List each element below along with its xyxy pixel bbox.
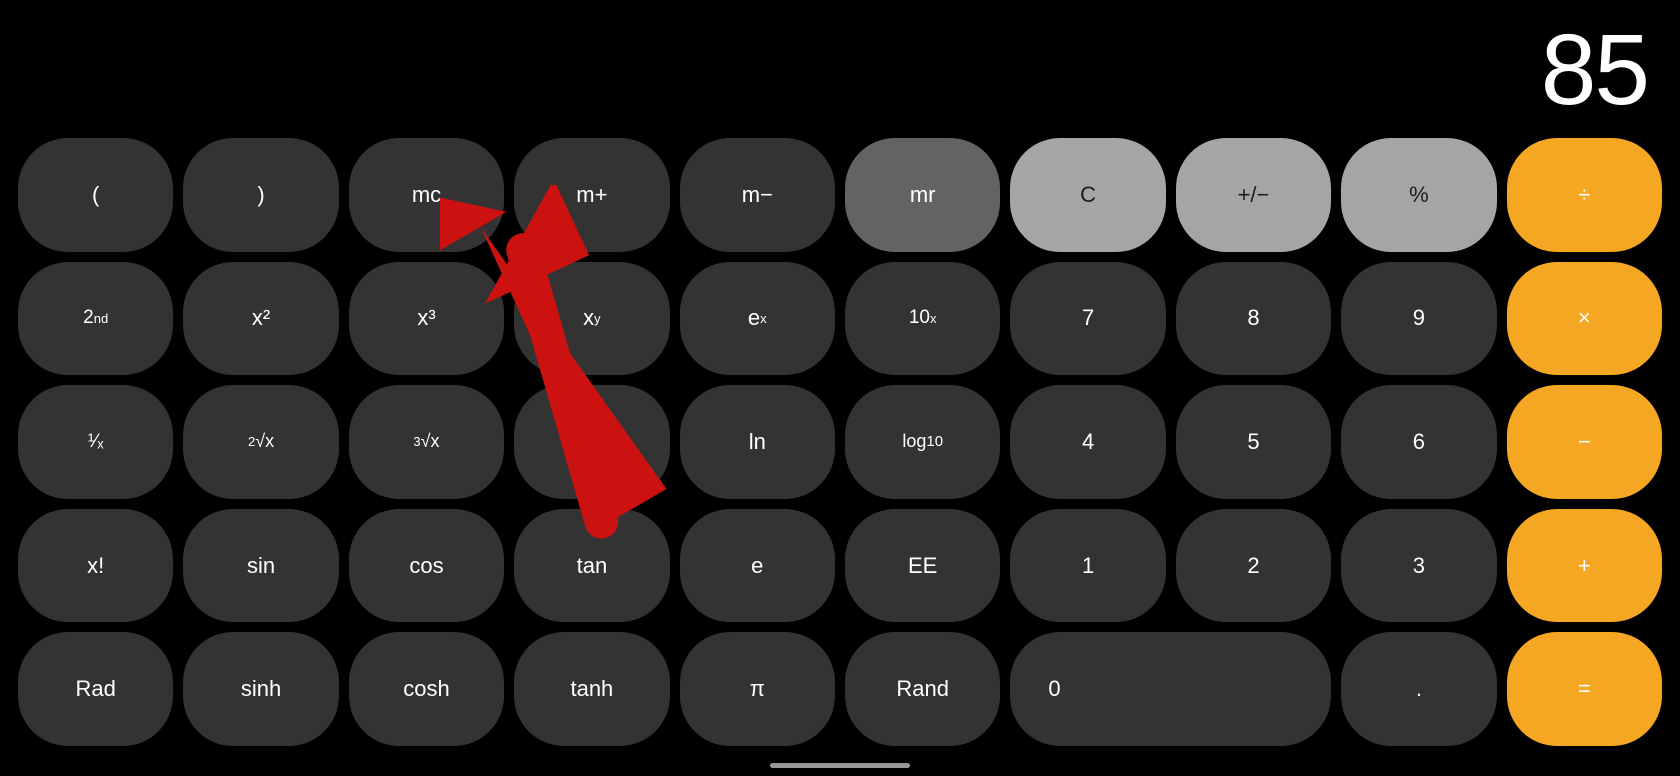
- sqrt2-button[interactable]: 2√x: [183, 385, 338, 499]
- decimal-button[interactable]: .: [1341, 632, 1496, 746]
- tanh-button[interactable]: tanh: [514, 632, 669, 746]
- display-value: 85: [1541, 20, 1648, 120]
- nine-button[interactable]: 9: [1341, 262, 1496, 376]
- minus-button[interactable]: −: [1507, 385, 1662, 499]
- sqrt3-button[interactable]: 3√x: [349, 385, 504, 499]
- x-cubed-button[interactable]: x³: [349, 262, 504, 376]
- keypad: ( ) mc m+ m− mr C +/− % ÷ 2nd x² x³ xy e…: [18, 138, 1662, 746]
- cosh-button[interactable]: cosh: [349, 632, 504, 746]
- m-plus-button[interactable]: m+: [514, 138, 669, 252]
- m-minus-button[interactable]: m−: [680, 138, 835, 252]
- 10-to-x-button[interactable]: 10x: [845, 262, 1000, 376]
- three-button[interactable]: 3: [1341, 509, 1496, 623]
- open-paren-button[interactable]: (: [18, 138, 173, 252]
- mc-button[interactable]: mc: [349, 138, 504, 252]
- log10-button[interactable]: log10: [845, 385, 1000, 499]
- close-paren-button[interactable]: ): [183, 138, 338, 252]
- x-to-y-button[interactable]: xy: [514, 262, 669, 376]
- tan-button[interactable]: tan: [514, 509, 669, 623]
- one-button[interactable]: 1: [1010, 509, 1165, 623]
- eight-button[interactable]: 8: [1176, 262, 1331, 376]
- 2nd-button[interactable]: 2nd: [18, 262, 173, 376]
- sin-button[interactable]: sin: [183, 509, 338, 623]
- e-to-x-button[interactable]: ex: [680, 262, 835, 376]
- ee-button[interactable]: EE: [845, 509, 1000, 623]
- display: 85: [0, 0, 1680, 130]
- four-button[interactable]: 4: [1010, 385, 1165, 499]
- sinh-button[interactable]: sinh: [183, 632, 338, 746]
- plus-minus-button[interactable]: +/−: [1176, 138, 1331, 252]
- multiply-button[interactable]: ×: [1507, 262, 1662, 376]
- plus-button[interactable]: +: [1507, 509, 1662, 623]
- pi-button[interactable]: π: [680, 632, 835, 746]
- percent-button[interactable]: %: [1341, 138, 1496, 252]
- home-indicator: [770, 763, 910, 768]
- mr-button[interactable]: mr: [845, 138, 1000, 252]
- rad-button[interactable]: Rad: [18, 632, 173, 746]
- five-button[interactable]: 5: [1176, 385, 1331, 499]
- six-button[interactable]: 6: [1341, 385, 1496, 499]
- ln-button[interactable]: ln: [680, 385, 835, 499]
- divide-button[interactable]: ÷: [1507, 138, 1662, 252]
- equals-button[interactable]: =: [1507, 632, 1662, 746]
- inverse-button[interactable]: ¹⁄ₓ: [18, 385, 173, 499]
- x-squared-button[interactable]: x²: [183, 262, 338, 376]
- cos-button[interactable]: cos: [349, 509, 504, 623]
- factorial-button[interactable]: x!: [18, 509, 173, 623]
- euler-button[interactable]: e: [680, 509, 835, 623]
- rand-button[interactable]: Rand: [845, 632, 1000, 746]
- seven-button[interactable]: 7: [1010, 262, 1165, 376]
- zero-button[interactable]: 0: [1010, 632, 1331, 746]
- two-button[interactable]: 2: [1176, 509, 1331, 623]
- clear-button[interactable]: C: [1010, 138, 1165, 252]
- sqrty-button[interactable]: y√x: [514, 385, 669, 499]
